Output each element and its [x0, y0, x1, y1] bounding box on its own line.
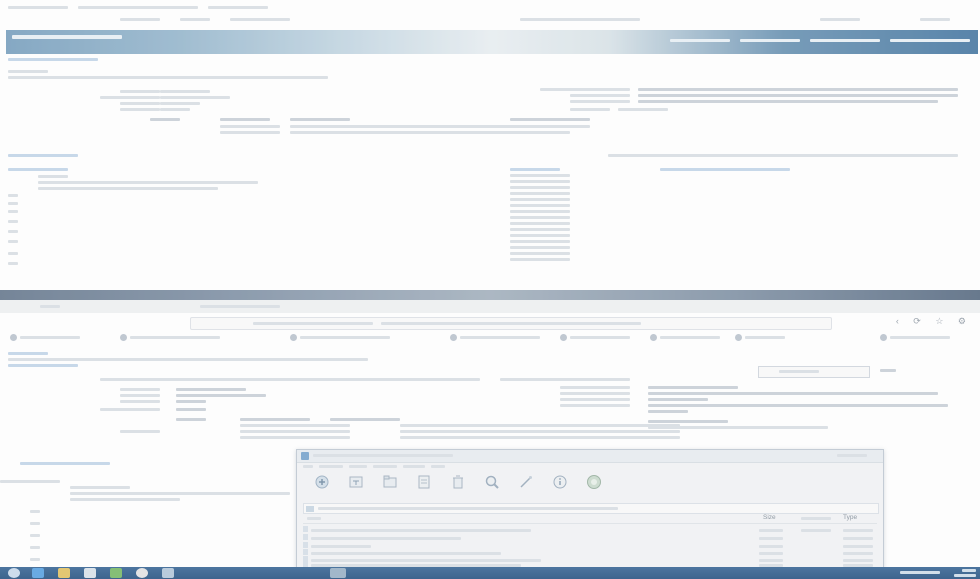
bookmark-item[interactable] [10, 334, 80, 342]
ie-icon[interactable] [32, 568, 44, 578]
top-breadcrumb [8, 58, 348, 79]
toolbar-button-3[interactable] [409, 474, 439, 500]
app-icon[interactable] [162, 568, 174, 578]
up-folder-icon [306, 506, 314, 512]
screen-divider [0, 290, 980, 300]
add-archive-icon [315, 475, 329, 489]
bookmark-item[interactable] [735, 334, 785, 342]
windows-taskbar [0, 567, 980, 579]
file-icon [303, 542, 308, 548]
bookmark-item[interactable] [120, 334, 220, 342]
file-icon [303, 534, 308, 540]
bookmark-icon [880, 334, 887, 341]
archive-dialog: Size Type [296, 449, 884, 569]
file-icon [303, 549, 308, 555]
banner-title [12, 35, 122, 39]
bookmark-icon [290, 334, 297, 341]
clock[interactable] [952, 568, 976, 578]
bookmark-item[interactable] [450, 334, 540, 342]
toolbar-add-button[interactable] [307, 474, 337, 500]
extract-icon [349, 476, 363, 488]
toolbar-button-4[interactable] [443, 474, 473, 500]
toolbar-button-8[interactable] [579, 474, 609, 500]
archive-path-field[interactable] [303, 503, 879, 514]
toolbar-button-5[interactable] [477, 474, 507, 500]
dialog-toolbar [303, 474, 877, 502]
active-window-icon[interactable] [330, 568, 346, 578]
bookmark-icon [450, 334, 457, 341]
bookmark-item[interactable] [880, 334, 950, 342]
file-icon [303, 526, 308, 532]
toolbar-button-6[interactable] [511, 474, 541, 500]
media-icon[interactable] [110, 568, 122, 578]
site-banner [6, 30, 978, 54]
bookmark-item[interactable] [560, 334, 630, 342]
app-icon [301, 452, 309, 460]
record-details-right [540, 86, 970, 111]
top-toolbar [120, 16, 980, 24]
dialog-menubar[interactable] [303, 463, 503, 471]
top-right-list [500, 168, 830, 273]
toolbar-button-7[interactable] [545, 474, 575, 500]
delete-icon [453, 475, 463, 489]
start-icon[interactable] [8, 568, 20, 578]
browser-address-bar: ‹ ⟳ ☆ ⚙ [0, 316, 980, 330]
file-row[interactable] [303, 534, 877, 542]
bookmark-item[interactable] [290, 334, 390, 342]
bookmark-icon [735, 334, 742, 341]
search-go-button[interactable] [880, 366, 896, 372]
store-icon[interactable] [84, 568, 96, 578]
dialog-titlebar[interactable] [297, 450, 883, 463]
top-left-list [8, 168, 288, 268]
virus-scan-icon [587, 475, 601, 489]
info-icon [553, 475, 567, 489]
toolbar-button-1[interactable] [341, 474, 371, 500]
file-list-header: Size Type [303, 514, 877, 524]
find-icon [485, 475, 499, 489]
bookmark-icon [120, 334, 127, 341]
folder-icon [383, 475, 397, 488]
system-tray[interactable] [900, 569, 950, 577]
bookmark-icon [10, 334, 17, 341]
browser-tab-strip[interactable] [0, 300, 980, 313]
file-row[interactable] [303, 526, 877, 534]
section-divider-top [8, 152, 970, 160]
bookmarks-bar [0, 332, 980, 346]
bookmark-icon [560, 334, 567, 341]
view-icon [418, 475, 430, 489]
chrome-icon[interactable] [136, 568, 148, 578]
top-window-title [8, 3, 308, 13]
toolbar-button-2[interactable] [375, 474, 405, 500]
column-type[interactable]: Type [843, 514, 857, 521]
search-filter-select[interactable] [758, 366, 870, 378]
column-size[interactable]: Size [763, 514, 776, 521]
bookmark-icon [650, 334, 657, 341]
explorer-icon[interactable] [58, 568, 70, 578]
browser-nav-controls[interactable]: ‹ ⟳ ☆ ⚙ [896, 316, 972, 327]
bookmark-item[interactable] [650, 334, 720, 342]
banner-links[interactable] [670, 38, 970, 44]
wizard-icon [520, 476, 532, 488]
url-input[interactable] [190, 317, 832, 330]
